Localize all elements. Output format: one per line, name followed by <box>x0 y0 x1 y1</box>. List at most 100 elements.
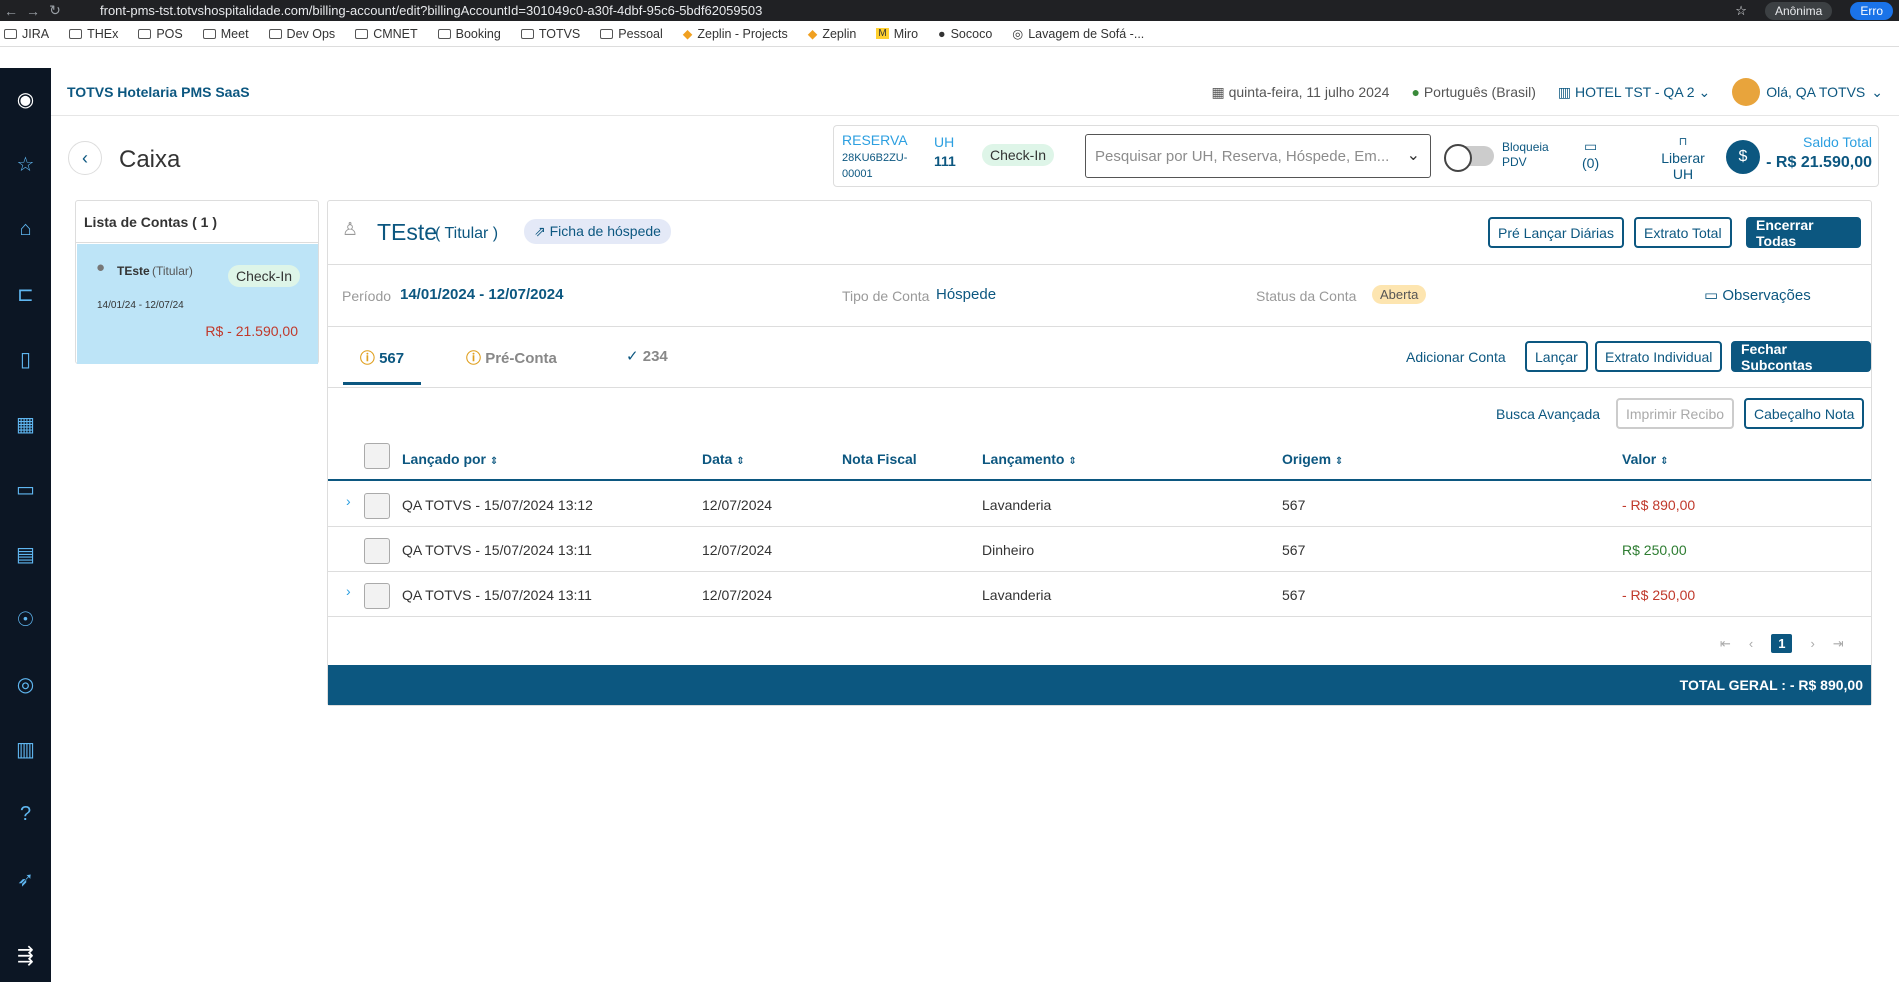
luggage-icon[interactable]: ▯ <box>0 345 51 373</box>
bookmark-meet[interactable]: Meet <box>202 27 249 41</box>
bookmark-thex[interactable]: THEx <box>69 27 118 41</box>
fechar-subcontas-button[interactable]: Fechar Subcontas <box>1731 341 1871 373</box>
current-page[interactable]: 1 <box>1771 634 1793 653</box>
chart-icon[interactable]: ▥ <box>0 735 51 763</box>
guest-sheet-link[interactable]: ⇗ Ficha de hóspede <box>524 219 671 244</box>
bookmarks-bar: JIRA THEx POS Meet Dev Ops CMNET Booking… <box>0 21 1899 47</box>
star-icon[interactable]: ☆ <box>1735 3 1747 19</box>
table-row[interactable]: › QA TOTVS - 15/07/2024 13:12 12/07/2024… <box>328 483 1871 527</box>
home-icon[interactable]: ⌂ <box>0 215 51 243</box>
topbar: TOTVS Hotelaria PMS SaaS ▦ quinta-feira,… <box>51 68 1899 116</box>
money-icon: $ <box>1726 140 1760 174</box>
adicionar-conta-link[interactable]: Adicionar Conta <box>1406 349 1506 365</box>
account-card[interactable]: ● TEste (Titular) Check-In 14/01/24 - 12… <box>77 244 318 364</box>
bookmark-zeplin-projects[interactable]: ◆ Zeplin - Projects <box>682 26 788 42</box>
column-data[interactable]: Data ⇕ <box>702 451 745 467</box>
row-checkbox[interactable] <box>364 538 390 564</box>
user-greeting: Olá, QA TOTVS <box>1766 84 1866 100</box>
forward-icon[interactable]: → <box>22 3 44 19</box>
url-text[interactable]: front-pms-tst.totvshospitalidade.com/bil… <box>100 3 762 18</box>
next-page-icon[interactable]: › <box>1810 636 1814 651</box>
busca-avancada-link[interactable]: Busca Avançada <box>1496 406 1600 422</box>
messages[interactable]: ▭ (0) <box>1582 138 1599 171</box>
room-icon[interactable]: ▭ <box>0 475 51 503</box>
first-page-icon[interactable]: ⇤ <box>1720 636 1731 652</box>
account-role: (Titular) <box>152 264 193 278</box>
chevron-down-icon: ⌄ <box>1698 83 1711 100</box>
bookmark-cmnet[interactable]: CMNET <box>355 27 418 41</box>
cell-valor: R$ 250,00 <box>1622 542 1687 558</box>
back-button[interactable]: ‹ <box>68 141 102 175</box>
bookmark-pessoal[interactable]: Pessoal <box>600 27 663 41</box>
reload-icon[interactable]: ↻ <box>44 2 66 19</box>
tab-234[interactable]: ✓ 234 <box>626 347 668 365</box>
column-label: Lançamento <box>982 451 1065 467</box>
row-checkbox[interactable] <box>364 493 390 519</box>
column-valor[interactable]: Valor ⇕ <box>1622 451 1669 467</box>
table-row[interactable]: › QA TOTVS - 15/07/2024 13:11 12/07/2024… <box>328 573 1871 617</box>
help-icon[interactable]: ? <box>0 800 51 828</box>
table-row[interactable]: QA TOTVS - 15/07/2024 13:11 12/07/2024 D… <box>328 528 1871 572</box>
back-icon[interactable]: ← <box>0 3 22 19</box>
bookmark-booking[interactable]: Booking <box>437 27 501 41</box>
calculator-icon[interactable]: ▦ <box>0 410 51 438</box>
bloqueia-pdv-label: Bloqueia PDV <box>1502 140 1549 169</box>
tab-567[interactable]: ⓘ 567 <box>343 340 421 385</box>
bookmark-zeplin[interactable]: ◆ Zeplin <box>808 26 857 42</box>
imprimir-recibo-button[interactable]: Imprimir Recibo <box>1616 398 1735 429</box>
bloqueia-pdv-toggle[interactable] <box>1444 144 1494 172</box>
document-icon[interactable]: ▤ <box>0 540 51 568</box>
search-input[interactable]: Pesquisar por UH, Reserva, Hóspede, Em..… <box>1085 134 1431 178</box>
bookmark-totvs[interactable]: TOTVS <box>520 27 580 41</box>
toggle-switch[interactable] <box>1444 144 1494 172</box>
messages-count: (0) <box>1582 155 1600 171</box>
cabecalho-nota-button[interactable]: Cabeçalho Nota <box>1744 398 1865 429</box>
bookmark-pos[interactable]: POS <box>138 27 183 41</box>
rocket-icon[interactable]: ➶ <box>0 865 51 893</box>
column-origem[interactable]: Origem ⇕ <box>1282 451 1343 467</box>
chevron-right-icon[interactable]: › <box>346 493 351 509</box>
language-selector[interactable]: ● Português (Brasil) <box>1411 84 1535 100</box>
incognito-badge[interactable]: Anônima <box>1764 1 1833 20</box>
bookmark-devops[interactable]: Dev Ops <box>268 27 335 41</box>
tab-pre-conta[interactable]: ⓘ Pré-Conta <box>466 347 557 368</box>
reservation-info[interactable]: RESERVA 28KU6B2ZU-00001 <box>842 132 920 182</box>
bookmark-sococo[interactable]: ● Sococo <box>938 27 992 41</box>
saldo-label: Saldo Total <box>1802 134 1872 150</box>
target-icon[interactable]: ◎ <box>0 670 51 698</box>
row-checkbox[interactable] <box>364 583 390 609</box>
extrato-total-button[interactable]: Extrato Total <box>1634 217 1732 248</box>
flag-icon: ● <box>1411 84 1420 100</box>
saldo-value: - R$ 21.590,00 <box>1766 154 1872 171</box>
bookmark-miro[interactable]: M Miro <box>876 27 918 41</box>
logo-icon[interactable]: ◉ <box>0 85 51 113</box>
bookmark-jira[interactable]: JIRA <box>4 27 49 41</box>
prev-page-icon[interactable]: ‹ <box>1749 636 1753 651</box>
bed-icon[interactable]: ⊏ <box>0 280 51 308</box>
bookmark-lavagem[interactable]: ◎ Lavagem de Sofá -... <box>1012 26 1144 42</box>
star-icon[interactable]: ☆ <box>0 150 51 178</box>
extrato-individual-button[interactable]: Extrato Individual <box>1595 341 1723 372</box>
zeplin-icon: ◆ <box>682 27 693 41</box>
column-lancado-por[interactable]: Lançado por ⇕ <box>402 451 498 467</box>
observacoes-link[interactable]: ▭ Observações <box>1704 286 1811 304</box>
chevron-down-icon[interactable]: ⌄ <box>1407 145 1420 165</box>
account-period: 14/01/24 - 12/07/24 <box>97 300 184 311</box>
select-all-checkbox[interactable] <box>364 443 390 469</box>
column-lancamento[interactable]: Lançamento ⇕ <box>982 451 1077 467</box>
account-name: TEste <box>117 264 150 278</box>
hotel-selector[interactable]: ▥ HOTEL TST - QA 2 ⌄ <box>1558 84 1710 101</box>
lancar-button[interactable]: Lançar <box>1525 341 1588 372</box>
expand-menu-icon[interactable]: ⇶ <box>0 941 51 969</box>
reserva-code: 28KU6B2ZU-00001 <box>842 152 908 180</box>
liberar-uh-button[interactable]: ⊓ Liberar UH <box>1657 134 1709 182</box>
comment-icon: ▭ <box>1704 287 1719 304</box>
hand-coin-icon[interactable]: ☉ <box>0 605 51 633</box>
error-badge[interactable]: Erro <box>1850 1 1893 20</box>
chevron-right-icon[interactable]: › <box>346 583 351 599</box>
last-page-icon[interactable]: ⇥ <box>1833 636 1844 652</box>
user-menu[interactable]: Olá, QA TOTVS ⌄ <box>1732 78 1883 106</box>
chat-icon: ▭ <box>1583 138 1598 154</box>
pre-lancar-diarias-button[interactable]: Pré Lançar Diárias <box>1488 217 1624 248</box>
encerrar-todas-button[interactable]: Encerrar Todas <box>1746 217 1861 249</box>
